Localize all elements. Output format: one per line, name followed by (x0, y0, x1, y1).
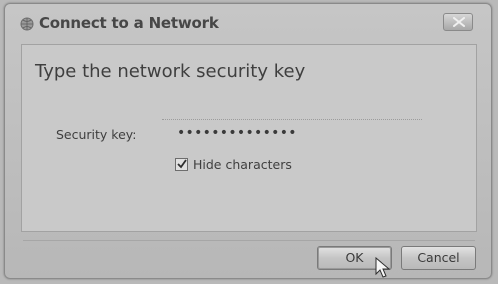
footer-divider (23, 240, 475, 241)
close-button[interactable] (443, 13, 473, 31)
mouse-pointer-icon (375, 256, 391, 279)
window-title: Connect to a Network (39, 14, 219, 32)
dialog-heading: Type the network security key (35, 61, 306, 82)
close-icon (453, 17, 465, 27)
checkmark-icon (177, 159, 187, 169)
cancel-button[interactable]: Cancel (401, 246, 476, 270)
hide-characters-label[interactable]: Hide characters (193, 157, 292, 172)
security-key-label: Security key: (56, 127, 137, 142)
connect-to-network-dialog: Connect to a Network Type the network se… (4, 3, 492, 279)
security-key-value: •••••••••••••• (177, 125, 297, 141)
title-bar[interactable]: Connect to a Network (5, 4, 491, 40)
hide-characters-checkbox[interactable] (175, 158, 188, 171)
network-globe-icon (20, 16, 34, 31)
dialog-content: Type the network security key Security k… (21, 44, 477, 232)
